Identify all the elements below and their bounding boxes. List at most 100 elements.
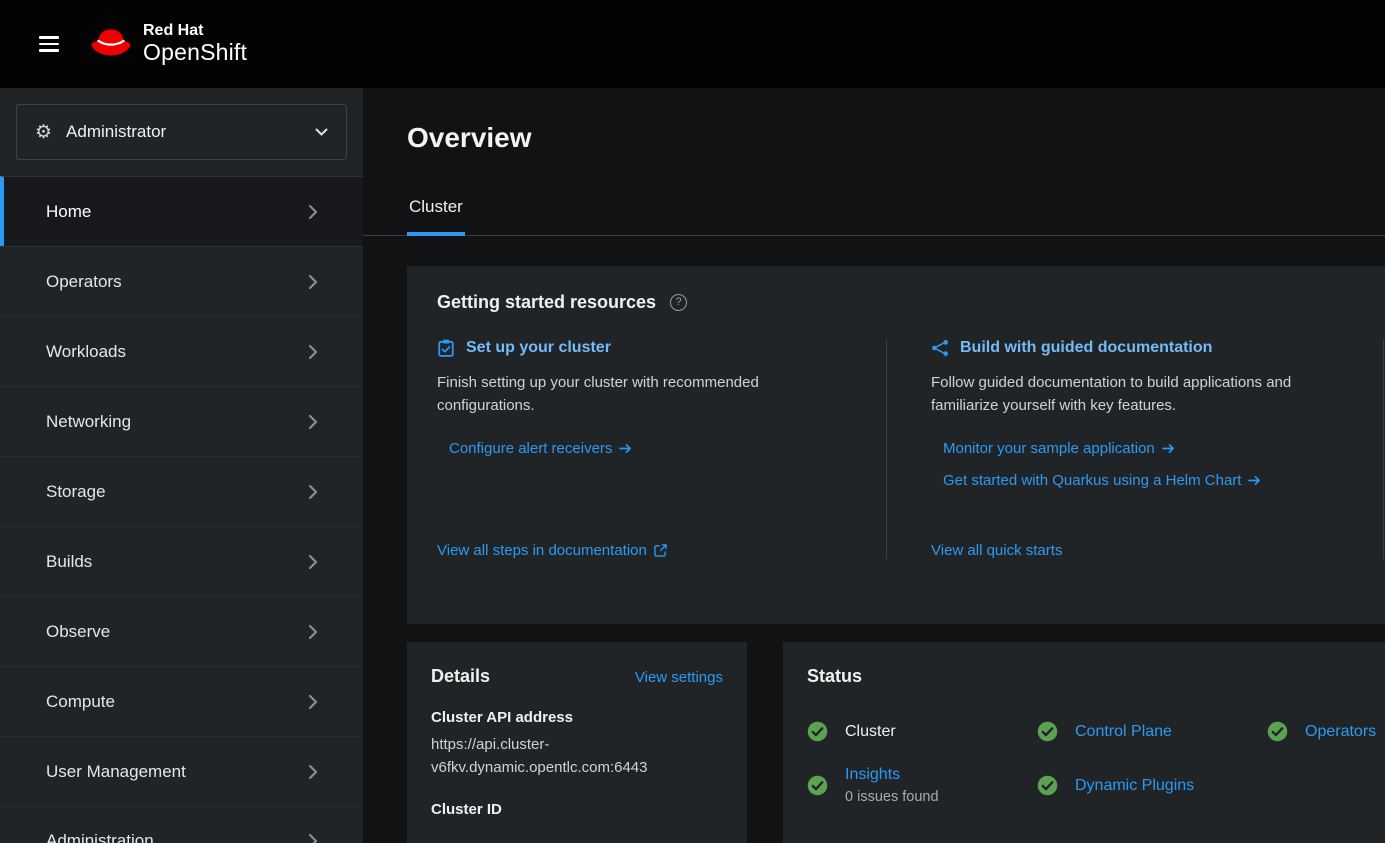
check-circle-icon	[807, 775, 828, 796]
check-circle-icon	[807, 721, 828, 742]
sidebar-item-builds[interactable]: Builds	[0, 526, 363, 596]
sidebar-item-label: Networking	[46, 412, 131, 432]
chevron-right-icon	[308, 484, 318, 500]
status-grid: Cluster Control Plane Operators Insights	[807, 721, 1385, 805]
view-all-steps-link[interactable]: View all steps in documentation	[437, 542, 846, 559]
status-item-operators: Operators	[1267, 721, 1385, 742]
sidebar-item-operators[interactable]: Operators	[0, 246, 363, 316]
cluster-api-address-value: https://api.cluster-v6fkv.dynamic.opentl…	[431, 734, 723, 779]
setup-cluster-title-row: Set up your cluster	[437, 339, 846, 357]
redhat-fedora-icon	[89, 22, 133, 66]
menu-icon	[39, 49, 59, 52]
dashboard-cards-row: Details View settings Cluster API addres…	[407, 642, 1385, 843]
chevron-right-icon	[308, 414, 318, 430]
configure-alert-receivers-link[interactable]: Configure alert receivers	[449, 440, 846, 457]
insights-text-block: Insights 0 issues found	[845, 766, 939, 805]
tab-cluster[interactable]: Cluster	[407, 184, 465, 236]
status-item-insights: Insights 0 issues found	[807, 766, 1037, 805]
brand-logo[interactable]: Red Hat OpenShift	[89, 22, 247, 66]
perspective-switcher[interactable]: ⚙ Administrator	[16, 104, 347, 160]
check-circle-icon	[1267, 721, 1288, 742]
cogs-icon: ⚙	[35, 121, 52, 144]
sidebar-item-label: Home	[46, 202, 91, 222]
guided-documentation-link[interactable]: Build with guided documentation	[960, 339, 1212, 357]
sidebar-item-workloads[interactable]: Workloads	[0, 316, 363, 386]
monitor-sample-app-link[interactable]: Monitor your sample application	[943, 440, 1353, 457]
tab-bar: Cluster	[363, 184, 1385, 236]
caret-down-icon	[315, 128, 328, 137]
details-header: Details View settings	[431, 666, 723, 687]
quarkus-helm-chart-link[interactable]: Get started with Quarkus using a Helm Ch…	[943, 472, 1353, 489]
getting-started-title: Getting started resources	[437, 292, 656, 313]
getting-started-header: Getting started resources ?	[407, 266, 1385, 321]
arrow-right-icon	[1248, 475, 1261, 486]
page-title: Overview	[363, 88, 1385, 154]
sidebar-item-label: Builds	[46, 552, 92, 572]
chevron-right-icon	[308, 274, 318, 290]
arrow-right-icon	[619, 443, 632, 454]
operators-link[interactable]: Operators	[1305, 723, 1376, 741]
sidebar-item-label: Operators	[46, 272, 122, 292]
setup-cluster-link[interactable]: Set up your cluster	[466, 339, 611, 357]
guided-documentation-links: Monitor your sample application Get star…	[931, 440, 1353, 489]
control-plane-link[interactable]: Control Plane	[1075, 723, 1172, 741]
route-icon	[931, 339, 949, 357]
status-item-control-plane: Control Plane	[1037, 721, 1267, 742]
setup-cluster-column: Set up your cluster Finish setting up yo…	[407, 339, 886, 559]
sidebar-item-user-management[interactable]: User Management	[0, 736, 363, 806]
chevron-right-icon	[308, 694, 318, 710]
brand-openshift: OpenShift	[143, 40, 247, 66]
sidebar-item-label: Storage	[46, 482, 106, 502]
sidebar-item-label: User Management	[46, 762, 186, 782]
sidebar-item-networking[interactable]: Networking	[0, 386, 363, 456]
status-card: Status View alerts Cluster Control Plane…	[783, 642, 1385, 843]
chevron-right-icon	[308, 344, 318, 360]
details-list: Cluster API address https://api.cluster-…	[431, 709, 723, 818]
dynamic-plugins-link[interactable]: Dynamic Plugins	[1075, 777, 1194, 795]
insights-issues-count: 0 issues found	[845, 789, 939, 805]
nav-toggle-button[interactable]	[33, 30, 65, 58]
sidebar-item-label: Workloads	[46, 342, 126, 362]
sidebar-item-administration[interactable]: Administration	[0, 806, 363, 843]
brand-text: Red Hat OpenShift	[143, 22, 247, 66]
chevron-right-icon	[308, 624, 318, 640]
setup-cluster-description: Finish setting up your cluster with reco…	[437, 371, 822, 418]
check-circle-icon	[1037, 721, 1058, 742]
insights-link[interactable]: Insights	[845, 766, 900, 783]
help-icon[interactable]: ?	[670, 294, 687, 311]
menu-icon	[39, 36, 59, 39]
chevron-right-icon	[308, 833, 318, 843]
guided-documentation-title-row: Build with guided documentation	[931, 339, 1353, 357]
getting-started-card: Getting started resources ? Set up your …	[407, 266, 1385, 624]
external-link-icon	[654, 544, 667, 557]
view-all-quick-starts-link[interactable]: View all quick starts	[931, 542, 1353, 559]
guided-documentation-column: Build with guided documentation Follow g…	[887, 339, 1383, 559]
menu-icon	[39, 43, 59, 46]
sidebar-nav: ⚙ Administrator Home Operators Workloads…	[0, 88, 363, 843]
getting-started-body: Set up your cluster Finish setting up yo…	[407, 321, 1385, 587]
main-content: Overview Cluster Getting started resourc…	[363, 88, 1385, 843]
status-item-dynamic-plugins: Dynamic Plugins	[1037, 775, 1267, 796]
masthead: Red Hat OpenShift	[0, 0, 1385, 88]
arrow-right-icon	[1162, 443, 1175, 454]
perspective-label: Administrator	[66, 122, 166, 142]
status-title: Status	[807, 666, 862, 687]
clipboard-check-icon	[437, 339, 455, 357]
chevron-right-icon	[308, 204, 318, 220]
view-settings-link[interactable]: View settings	[635, 669, 723, 686]
cluster-id-label: Cluster ID	[431, 801, 723, 818]
sidebar-item-label: Compute	[46, 692, 115, 712]
cluster-api-address-label: Cluster API address	[431, 709, 723, 726]
nav-list: Home Operators Workloads Networking Stor…	[0, 176, 363, 843]
status-item-cluster: Cluster	[807, 721, 1037, 742]
sidebar-item-label: Administration	[46, 831, 154, 843]
sidebar-item-storage[interactable]: Storage	[0, 456, 363, 526]
overview-dashboard: Getting started resources ? Set up your …	[363, 236, 1385, 843]
chevron-right-icon	[308, 764, 318, 780]
chevron-right-icon	[308, 554, 318, 570]
guided-documentation-description: Follow guided documentation to build app…	[931, 371, 1316, 418]
sidebar-item-home[interactable]: Home	[0, 176, 363, 246]
details-card: Details View settings Cluster API addres…	[407, 642, 747, 843]
sidebar-item-observe[interactable]: Observe	[0, 596, 363, 666]
sidebar-item-compute[interactable]: Compute	[0, 666, 363, 736]
